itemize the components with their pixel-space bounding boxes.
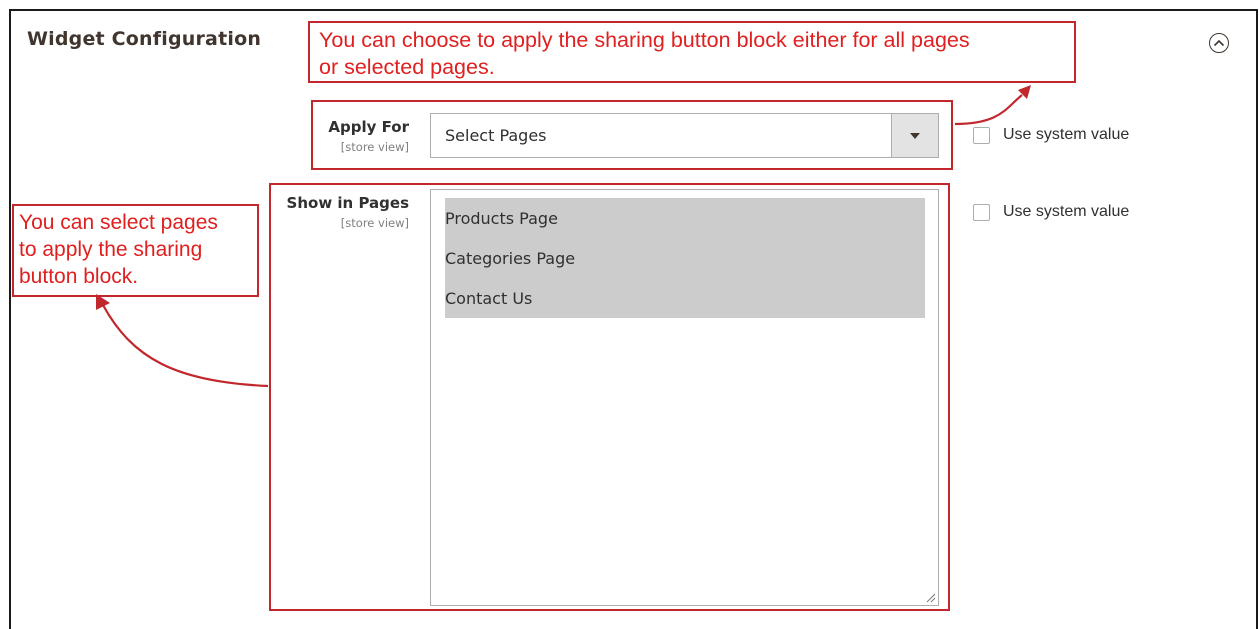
annotation-line: You can choose to apply the sharing butt…	[319, 28, 970, 52]
chevron-up-icon	[1213, 39, 1225, 47]
use-system-value-checkbox[interactable]	[973, 203, 990, 221]
apply-for-select[interactable]: Select Pages	[430, 113, 939, 158]
resize-grip-icon[interactable]	[926, 593, 936, 603]
show-in-pages-use-system-value[interactable]: Use system value	[973, 203, 1129, 221]
dropdown-arrow-icon[interactable]	[891, 114, 938, 157]
apply-for-use-system-value[interactable]: Use system value	[973, 126, 1129, 144]
use-system-value-label: Use system value	[1003, 126, 1130, 143]
annotation-apply-for: You can choose to apply the sharing butt…	[308, 21, 1076, 83]
option-categories-page[interactable]: Categories Page	[445, 249, 575, 268]
use-system-value-label: Use system value	[1003, 203, 1130, 220]
show-in-pages-label: Show in Pages	[286, 194, 409, 212]
section-title: Widget Configuration	[27, 28, 262, 50]
annotation-line: You can select pages	[19, 211, 218, 234]
annotation-line: button block.	[19, 265, 139, 288]
show-in-pages-scope: [store view]	[340, 216, 409, 230]
use-system-value-checkbox[interactable]	[973, 126, 990, 144]
option-products-page[interactable]: Products Page	[445, 209, 558, 228]
annotation-line: or selected pages.	[319, 55, 495, 79]
apply-for-selected-value: Select Pages	[445, 126, 547, 145]
apply-for-scope: [store view]	[340, 140, 409, 154]
show-in-pages-multiselect[interactable]: Products Page Categories Page Contact Us	[430, 189, 939, 606]
collapse-button[interactable]	[1209, 33, 1229, 53]
annotation-show-in-pages: You can select pages to apply the sharin…	[12, 204, 259, 297]
option-contact-us[interactable]: Contact Us	[445, 289, 532, 308]
apply-for-label: Apply For	[328, 118, 409, 136]
annotation-line: to apply the sharing	[19, 238, 203, 261]
